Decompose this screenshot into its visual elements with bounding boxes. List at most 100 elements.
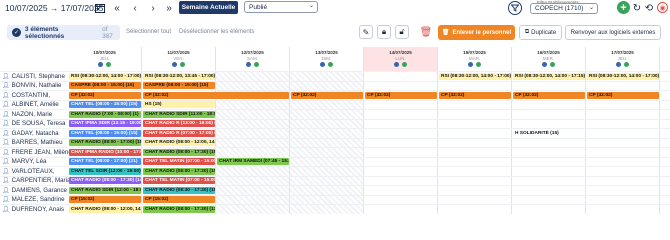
shift-block[interactable]: CASPRE (08:00 - 15:00) (15) xyxy=(143,82,215,89)
shift-block[interactable]: CHAT RADIO R (07:00 - 17:00) (15) xyxy=(143,129,215,137)
document-icon[interactable] xyxy=(468,62,473,67)
publication-select[interactable]: Publié ⌄ xyxy=(244,1,318,13)
double-chevron-right-icon[interactable]: » xyxy=(164,2,174,14)
person-icon: 👤︎ xyxy=(2,149,10,156)
add-icon[interactable] xyxy=(550,62,555,67)
day-weekday: DIM. xyxy=(321,56,332,61)
shift-block[interactable]: CP (32:02) xyxy=(439,91,511,99)
shift-block[interactable]: H SOLIDARITÉ (15) xyxy=(513,130,585,137)
shift-block[interactable]: CHAT RADIO (08:00 - 17:30) (15) xyxy=(143,167,215,175)
remove-staff-button[interactable]: 🗑︎ Enlever le personnel xyxy=(438,25,515,40)
shift-block[interactable]: CHAT RADIO R (13:00 - 18:00) (15) xyxy=(143,120,215,127)
employee-label: GADAY, Natacha xyxy=(11,129,59,137)
shift-block[interactable]: CP (32:02) xyxy=(143,91,289,99)
return-software-button[interactable]: Renvoyer aux logiciels externes xyxy=(565,25,661,40)
filter-icon[interactable] xyxy=(508,1,522,15)
add-icon[interactable] xyxy=(476,62,481,67)
shift-block[interactable]: HS (15) xyxy=(143,101,215,108)
deselect-all-button[interactable]: Désélectionner les éléments xyxy=(179,29,254,35)
selection-count: ✓ 3 éléments sélectionnés of 387 xyxy=(7,25,120,40)
add-icon[interactable] xyxy=(624,62,629,67)
edit-icon[interactable]: ✎ xyxy=(359,25,373,39)
shift-block[interactable]: RSI (08:30-12:00, 13:45 - 17:00) (8) xyxy=(143,72,215,80)
day-header[interactable]: 16/07/2025 MER. xyxy=(512,47,586,71)
shift-block[interactable]: CHAT RADIO (08:00 - 12:00, 14:00 - 17:00… xyxy=(69,205,141,213)
planning-screen: { "header": { "date_range": "10/07/2025 … xyxy=(0,0,670,214)
day-header[interactable]: 17/07/2025 JEU. xyxy=(586,47,660,71)
lock-icon[interactable]: 🔒︎ xyxy=(377,25,391,39)
trash-icon[interactable]: 🗑︎ xyxy=(420,26,433,38)
chevron-left-icon[interactable]: ‹ xyxy=(130,2,140,14)
shift-block[interactable]: CHAT RADIO SDIR (11:00 - 18:00) xyxy=(143,110,215,118)
select-all-button[interactable]: Sélectionner tout xyxy=(126,29,171,35)
shift-block[interactable]: CHAT IPMA RADIO (10:00 - 17:00) xyxy=(69,148,141,156)
shift-block[interactable]: CHAT TEL MATIN (07:00 - 15:00) xyxy=(143,177,215,184)
shift-block[interactable]: CHAT RADIO SDIR (12:00 - 18:00) (15) xyxy=(69,186,141,194)
shift-block[interactable]: RSI (08:30-12:00, 14:00 - 17:00) (8) xyxy=(439,72,511,80)
document-icon[interactable] xyxy=(542,62,547,67)
shift-block[interactable]: RSI (08:30-12:00, 14:00 - 17:00) (8) xyxy=(587,72,659,80)
refresh-icon[interactable]: ↻ xyxy=(632,3,642,14)
shift-block[interactable]: CP (32:02) xyxy=(513,91,585,99)
shift-block[interactable]: CHAT IPMA SDIR (13:15 - 19:00) xyxy=(69,120,141,127)
day-weekday: LUN. xyxy=(395,56,406,61)
shift-block[interactable]: CP (32:02) xyxy=(69,91,141,99)
person-icon: 👤︎ xyxy=(2,206,10,213)
add-icon[interactable] xyxy=(254,62,259,67)
shift-block[interactable]: CHAT TEL (08:00 - 17:00) (21) xyxy=(69,158,141,165)
add-icon[interactable] xyxy=(106,62,111,67)
employee-label: DE SOUSA, Teresa xyxy=(11,120,66,128)
document-icon[interactable] xyxy=(394,62,399,67)
shift-block[interactable]: CP (15:02) xyxy=(69,196,141,203)
etablissement-select[interactable]: COPECH (1710) ⌄ xyxy=(530,3,598,14)
chevron-right-icon[interactable]: › xyxy=(148,2,158,14)
user-icon[interactable]: ◉ xyxy=(657,2,668,13)
shift-block[interactable]: CHAT RADIO (08:00 - 17:00) (15) xyxy=(69,139,141,146)
add-icon[interactable] xyxy=(180,62,185,67)
shift-block[interactable]: RSI (08:30-12:00, 14:00 - 17:15) (8) xyxy=(513,72,585,80)
unlock-icon[interactable]: 🔓︎ xyxy=(395,25,409,39)
add-icon[interactable] xyxy=(402,62,407,67)
shift-block[interactable]: CASPRE (08:00 - 15:00) (15) xyxy=(69,82,141,89)
duplicate-button[interactable]: ⧉ Duplicate xyxy=(519,25,562,40)
day-header[interactable]: 14/07/2025 LUN. xyxy=(364,47,438,71)
shift-block[interactable]: CHAT RADIO (08:00 - 17:30) (14) xyxy=(69,177,141,184)
add-button[interactable]: + xyxy=(617,1,630,14)
add-icon[interactable] xyxy=(328,62,333,67)
employee-name[interactable]: 👤︎ DUFRENOY, Anais xyxy=(2,205,64,215)
calendar-icon[interactable] xyxy=(94,2,106,14)
shift-block[interactable]: CHAT RADIO (08:00 - 17:30) (15) xyxy=(143,148,215,156)
day-header[interactable]: 15/07/2025 MAR. xyxy=(438,47,512,71)
shift-block[interactable]: CHAT TEL (08:00 - 15:00) (15) xyxy=(69,129,141,137)
document-icon[interactable] xyxy=(246,62,251,67)
document-icon[interactable] xyxy=(172,62,177,67)
shift-block[interactable]: CP (15:02) xyxy=(143,196,215,203)
document-icon[interactable] xyxy=(320,62,325,67)
day-header[interactable]: 12/07/2025 SAM. xyxy=(216,47,290,71)
shift-block[interactable]: CHAT RADIO (08:00 - 12:00, 14:00 - 17:00… xyxy=(143,139,215,146)
employee-label: BARRES, Mathieu xyxy=(11,139,63,147)
shift-block[interactable]: CHAT TEL SOIR (12:00 - 19:00) (14) xyxy=(69,167,141,175)
document-icon[interactable] xyxy=(616,62,621,67)
day-header[interactable]: 11/07/2025 VEN. xyxy=(142,47,216,71)
shift-block[interactable]: CHAT TEL (08:00 - 15:00) (15) xyxy=(69,101,141,108)
shift-block[interactable]: RSI (08:30-12:00, 14:00 - 17:00) (8) xyxy=(69,72,141,80)
double-chevron-left-icon[interactable]: « xyxy=(112,2,122,14)
shift-block[interactable]: CP (32:02) xyxy=(365,91,437,99)
day-header[interactable]: 10/07/2025 JEU. xyxy=(68,47,142,71)
day-header[interactable]: 13/07/2025 DIM. xyxy=(290,47,364,71)
person-icon: 👤︎ xyxy=(2,140,10,147)
shift-block[interactable]: CP (32:02) xyxy=(291,91,363,99)
day-icons xyxy=(142,62,215,67)
document-icon[interactable] xyxy=(98,62,103,67)
shift-block[interactable]: CHAT RADIO (08:00 - 17:30) (17) xyxy=(143,205,215,213)
day-icons xyxy=(364,62,437,67)
shift-block[interactable]: CHAT TEL MATIN (07:00 - 15:00) xyxy=(143,158,215,165)
shift-block[interactable]: CHAT IRM SAMEDI (07:45 - 15:45) xyxy=(217,158,289,165)
shift-block[interactable]: CHAT RADIO (7:00 - 08:00) (1) xyxy=(69,110,141,118)
current-week-button[interactable]: Semaine Actuelle xyxy=(179,1,238,14)
sync-icon[interactable]: ⟲ xyxy=(644,3,654,14)
day-date: 12/07/2025 xyxy=(241,50,264,55)
shift-block[interactable]: CHAT RADIO (08:30 - 17:30) (15) xyxy=(143,186,215,194)
shift-block[interactable]: CP (32:02) xyxy=(587,91,659,99)
